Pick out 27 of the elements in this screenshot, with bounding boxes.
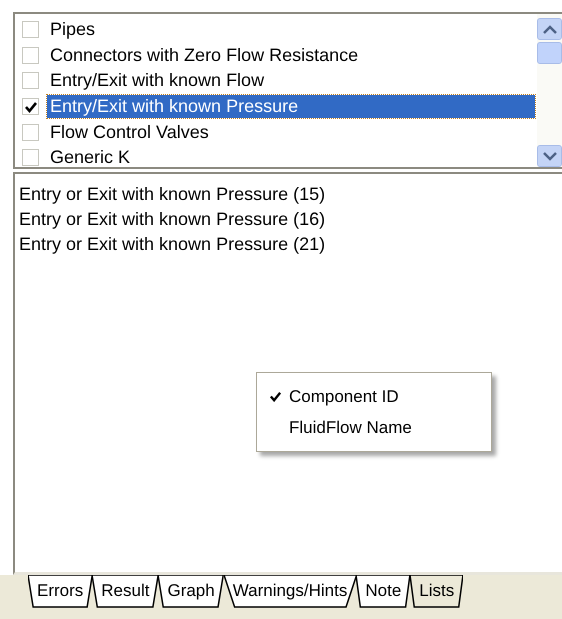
menu-item[interactable]: Component ID — [257, 381, 491, 412]
check-icon — [24, 100, 38, 114]
checkbox[interactable] — [22, 72, 39, 90]
checkbox[interactable] — [22, 46, 39, 64]
tab[interactable]: Result — [92, 575, 158, 608]
checkbox[interactable] — [22, 21, 39, 38]
scroll-down-button[interactable] — [537, 145, 562, 167]
scroll-up-button[interactable] — [537, 18, 562, 40]
checkbox[interactable] — [22, 98, 39, 116]
scrollbar-thumb[interactable] — [537, 42, 562, 64]
check-icon — [269, 390, 282, 403]
tab[interactable]: Graph — [158, 575, 224, 608]
list-item[interactable]: Connectors with Zero Flow Resistance — [47, 44, 362, 67]
checkbox[interactable] — [22, 124, 39, 141]
tab[interactable]: Errors — [28, 575, 92, 608]
list-item[interactable]: Entry/Exit with known Flow — [47, 69, 268, 92]
menu-item[interactable]: FluidFlow Name — [257, 412, 491, 443]
list-item[interactable]: Flow Control Valves — [47, 120, 212, 144]
list-line: Entry or Exit with known Pressure (15) — [19, 183, 326, 206]
list-line: Entry or Exit with known Pressure (16) — [19, 208, 326, 231]
checkbox[interactable] — [22, 149, 39, 166]
list-item[interactable]: Pipes — [47, 18, 98, 42]
list-item[interactable]: Generic K — [47, 146, 134, 170]
list-line: Entry or Exit with known Pressure (21) — [19, 233, 326, 256]
list-item[interactable]: Entry/Exit with known Pressure — [47, 95, 535, 118]
tab[interactable]: Lists — [410, 575, 464, 608]
tab[interactable]: Note — [356, 575, 410, 608]
